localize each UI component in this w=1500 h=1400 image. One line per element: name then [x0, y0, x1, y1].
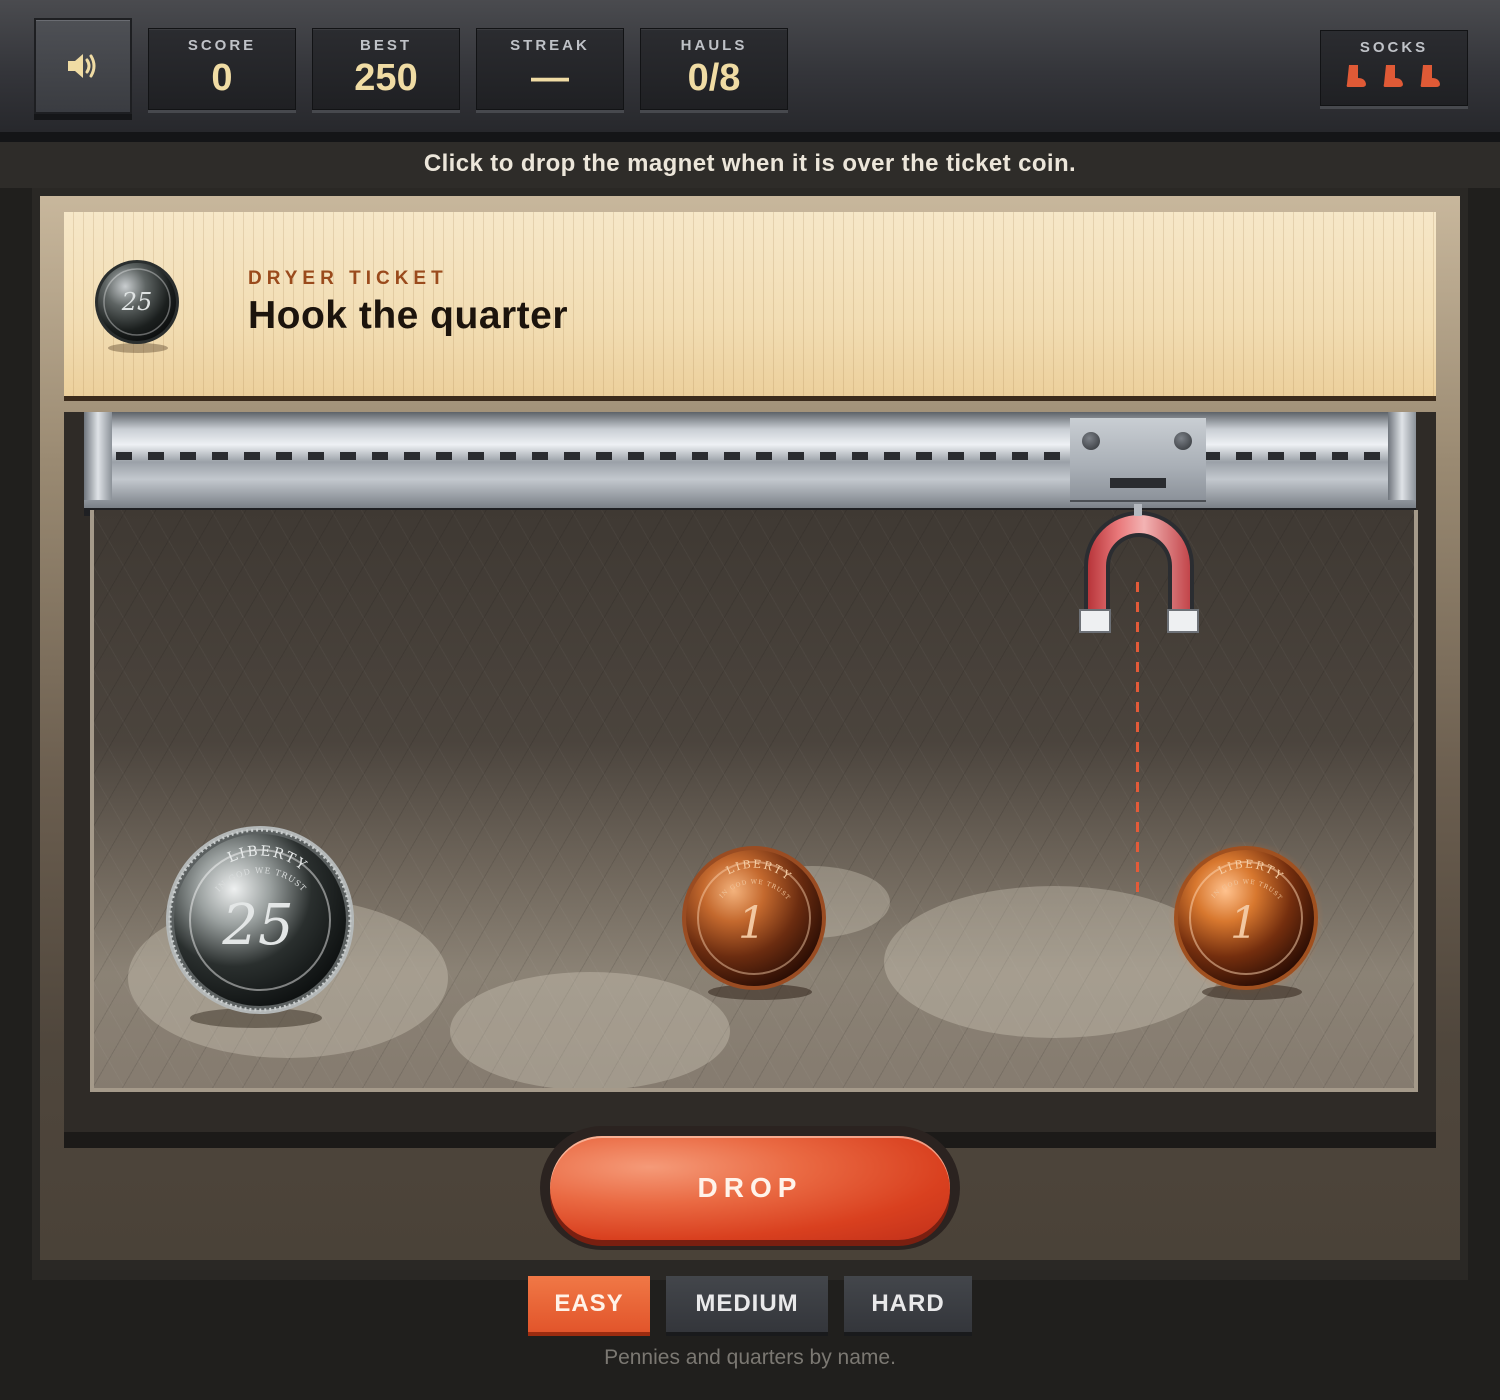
socks-row [1321, 64, 1467, 88]
svg-text:25: 25 [221, 893, 293, 958]
svg-text:25: 25 [121, 288, 153, 316]
score-stat: SCORE 0 [148, 28, 296, 110]
svg-text:1: 1 [738, 898, 766, 949]
ticket-quarter-coin: 25 [95, 260, 179, 353]
sock-icon [1346, 65, 1366, 87]
carriage-bolt [1082, 432, 1100, 450]
dryer-ticket: 25 DRYER TICKET Hook the quarter [64, 212, 1436, 401]
difficulty-easy-button[interactable]: EASY [528, 1276, 650, 1332]
sock-icon [1420, 65, 1440, 87]
svg-text:1: 1 [1230, 898, 1258, 949]
best-value: 250 [354, 57, 418, 99]
best-label: BEST [359, 37, 412, 54]
streak-label: STREAK [510, 37, 590, 54]
carriage-slot [1110, 478, 1166, 488]
hauls-stat: HAULS 0/8 [640, 28, 788, 110]
sound-toggle-button[interactable] [34, 18, 132, 114]
magnet-rail [84, 412, 1416, 516]
sock-icon [1383, 65, 1403, 87]
score-value: 0 [211, 57, 233, 99]
ticket-label: DRYER TICKET [248, 268, 448, 289]
hauls-label: HAULS [680, 37, 748, 54]
socks-label: SOCKS [1359, 39, 1429, 56]
horseshoe-magnet[interactable] [1076, 504, 1202, 636]
top-hud: SCORE 0 BEST 250 STREAK — HAULS 0/8 SOCK… [0, 0, 1500, 142]
ticket-title: Hook the quarter [248, 294, 569, 337]
speaker-icon [68, 54, 96, 78]
carriage-bolt [1174, 432, 1192, 450]
penny-coin-highlighted[interactable]: LIBERTY IN GOD WE TRUST 1 [1168, 842, 1324, 1004]
hauls-value: 0/8 [687, 57, 741, 99]
best-stat: BEST 250 [312, 28, 460, 110]
difficulty-hard-button[interactable]: HARD [844, 1276, 972, 1332]
difficulty-medium-button[interactable]: MEDIUM [666, 1276, 828, 1332]
socks-lives: SOCKS [1320, 30, 1468, 106]
drop-button[interactable]: DROP [550, 1136, 950, 1240]
coin-pit[interactable]: LIBERTY IN GOD WE TRUST 25 LIBERTY IN GO… [90, 510, 1418, 1092]
penny-coin[interactable]: LIBERTY IN GOD WE TRUST 1 [678, 842, 828, 1004]
streak-value: — [531, 57, 569, 99]
quarter-coin[interactable]: LIBERTY IN GOD WE TRUST 25 [162, 820, 362, 1032]
rail-end-left [84, 412, 112, 500]
magnet-carriage [1070, 418, 1206, 502]
rail-end-right [1388, 412, 1416, 500]
streak-stat: STREAK — [476, 28, 624, 110]
difficulty-hint: Pennies and quarters by name. [604, 1346, 896, 1369]
score-label: SCORE [187, 37, 257, 54]
instruction-text: Click to drop the magnet when it is over… [0, 142, 1500, 188]
